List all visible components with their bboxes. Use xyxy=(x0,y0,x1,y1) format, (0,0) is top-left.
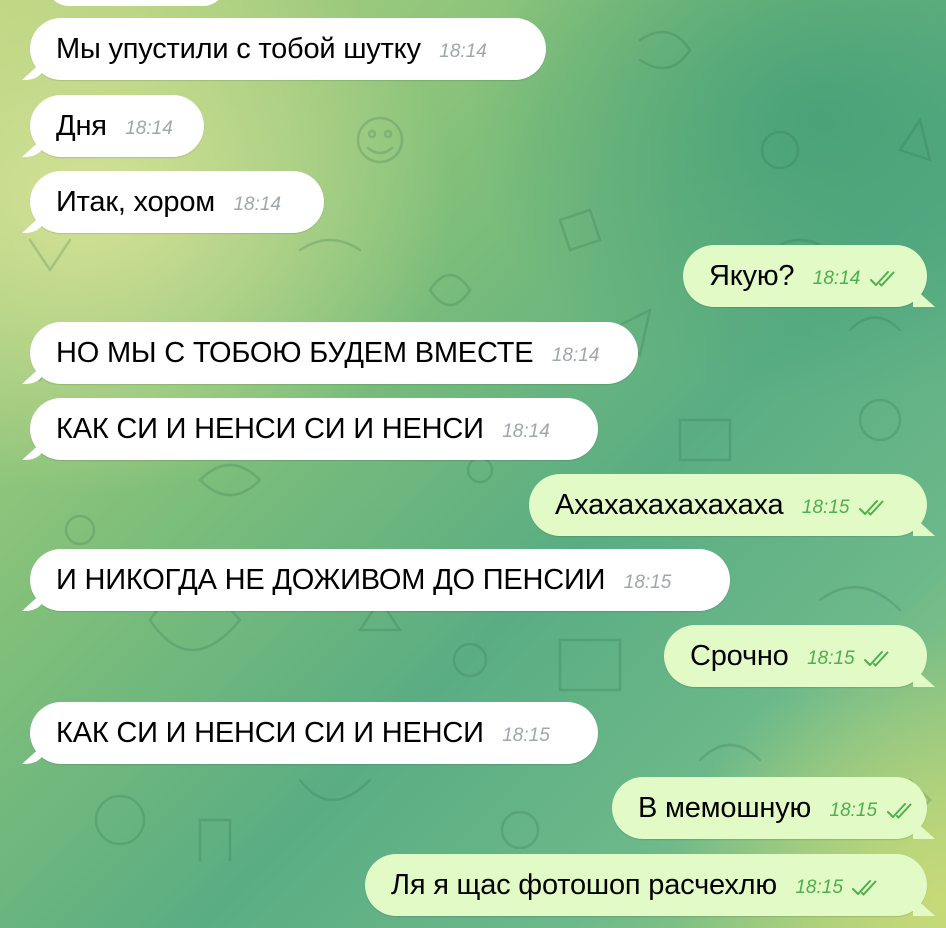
message-row: КАК СИ И НЕНСИ СИ И НЕНСИ 18:15 xyxy=(0,702,946,766)
message-text: КАК СИ И НЕНСИ СИ И НЕНСИ xyxy=(56,413,484,445)
double-check-icon xyxy=(852,880,877,896)
incoming-message-bubble[interactable]: КАК СИ И НЕНСИ СИ И НЕНСИ 18:14 xyxy=(30,398,598,460)
double-check-icon xyxy=(886,803,912,819)
message-time: 18:14 xyxy=(233,194,282,215)
double-check-icon xyxy=(869,271,895,287)
message-time: 18:15 xyxy=(623,572,672,593)
message-time: 18:14 xyxy=(812,268,861,289)
message-row: В мемошную 18:15 xyxy=(0,777,946,841)
message-row: Ахахахахахахаха 18:15 xyxy=(0,474,946,538)
incoming-message-bubble[interactable]: Итак, хором 18:14 xyxy=(30,171,324,233)
message-row: Ля я щас фотошоп расчехлю 18:15 xyxy=(0,854,946,918)
incoming-message-bubble[interactable]: КАК СИ И НЕНСИ СИ И НЕНСИ 18:15 xyxy=(30,702,598,764)
message-time: 18:15 xyxy=(829,800,878,821)
message-row: КАК СИ И НЕНСИ СИ И НЕНСИ 18:14 xyxy=(0,398,946,462)
message-time: 18:14 xyxy=(439,41,487,62)
message-row: Дня 18:14 xyxy=(0,95,946,159)
double-check-icon xyxy=(864,651,889,667)
outgoing-message-bubble[interactable]: В мемошную 18:15 xyxy=(612,777,927,839)
message-time: 18:15 xyxy=(502,725,550,746)
incoming-message-bubble[interactable]: И НИКОГДА НЕ ДОЖИВОМ ДО ПЕНСИИ 18:15 xyxy=(30,549,730,611)
message-time: 18:14 xyxy=(502,421,550,442)
message-row: Мы упустили с тобой шутку 18:14 xyxy=(0,18,946,82)
message-text: И НИКОГДА НЕ ДОЖИВОМ ДО ПЕНСИИ xyxy=(56,564,606,596)
message-text: Ахахахахахахаха xyxy=(555,489,784,521)
message-time: 18:15 xyxy=(801,497,850,518)
message-row: Итак, хором 18:14 xyxy=(0,171,946,235)
message-time: 18:14 xyxy=(125,118,173,139)
incoming-message-bubble[interactable]: НО МЫ С ТОБОЮ БУДЕМ ВМЕСТЕ 18:14 xyxy=(30,322,638,384)
message-row: НО МЫ С ТОБОЮ БУДЕМ ВМЕСТЕ 18:14 xyxy=(0,322,946,386)
partial-incoming-message-bubble[interactable] xyxy=(46,0,226,6)
outgoing-message-bubble[interactable]: Якую? 18:14 xyxy=(683,245,927,307)
message-time: 18:15 xyxy=(807,648,855,669)
message-text: Якую? xyxy=(709,260,795,292)
message-text: НО МЫ С ТОБОЮ БУДЕМ ВМЕСТЕ xyxy=(56,337,534,369)
message-text: Ля я щас фотошоп расчехлю xyxy=(391,869,777,901)
message-text: В мемошную xyxy=(638,792,812,824)
message-row: И НИКОГДА НЕ ДОЖИВОМ ДО ПЕНСИИ 18:15 xyxy=(0,549,946,613)
message-text: Мы упустили с тобой шутку xyxy=(56,33,421,65)
outgoing-message-bubble[interactable]: Ля я щас фотошоп расчехлю 18:15 xyxy=(365,854,927,916)
incoming-message-bubble[interactable]: Дня 18:14 xyxy=(30,95,204,157)
incoming-message-bubble[interactable]: Мы упустили с тобой шутку 18:14 xyxy=(30,18,546,80)
message-time: 18:14 xyxy=(551,345,600,366)
outgoing-message-bubble[interactable]: Ахахахахахахаха 18:15 xyxy=(529,474,927,536)
message-text: КАК СИ И НЕНСИ СИ И НЕНСИ xyxy=(56,717,484,749)
chat-background: Мы упустили с тобой шутку 18:14 Дня 18:1… xyxy=(0,0,946,928)
message-time: 18:15 xyxy=(795,877,843,898)
message-row: Якую? 18:14 xyxy=(0,245,946,309)
message-text: Срочно xyxy=(690,640,789,672)
double-check-icon xyxy=(858,500,884,516)
outgoing-message-bubble[interactable]: Срочно 18:15 xyxy=(664,625,927,687)
message-text: Итак, хором xyxy=(56,186,216,218)
message-text: Дня xyxy=(56,110,107,142)
message-row: Срочно 18:15 xyxy=(0,625,946,689)
